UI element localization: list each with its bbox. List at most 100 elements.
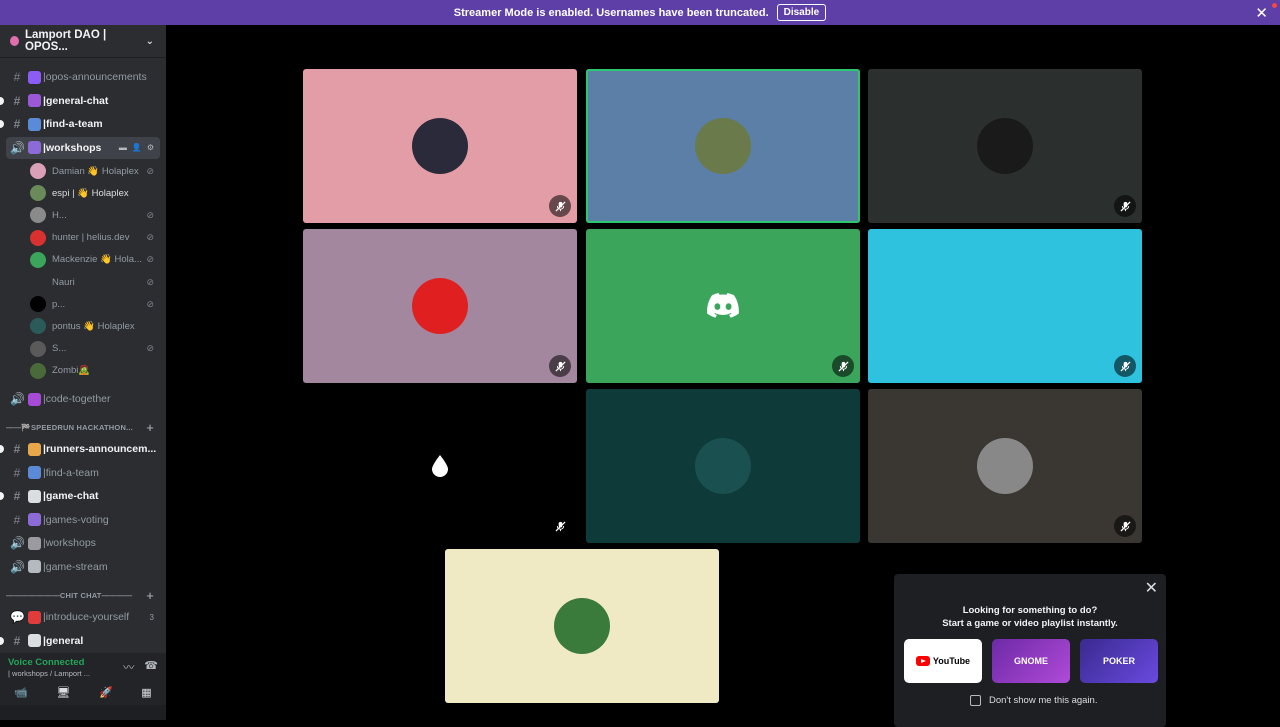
disconnect-icon[interactable]: ☎ [144, 659, 158, 675]
avatar [30, 318, 46, 335]
soundboard-icon[interactable]: ▦ [141, 686, 151, 699]
unread-indicator [0, 492, 4, 500]
poker-night-card[interactable]: POKER [1080, 639, 1158, 683]
gear-icon[interactable]: ⚙ [147, 143, 154, 152]
chat-icon[interactable]: ▬ [119, 143, 127, 152]
hashtag-icon: # [13, 70, 21, 84]
video-tile[interactable] [586, 229, 860, 383]
channel-item[interactable]: # |game-chat [0, 485, 166, 507]
category-header[interactable]: ———————CHIT CHAT———— + [0, 586, 166, 604]
video-tile[interactable] [868, 69, 1142, 223]
channel-item[interactable]: # |general [0, 630, 166, 652]
channel-emoji-icon [28, 392, 41, 406]
muted-mic-icon: ⊘ [146, 165, 154, 176]
avatar [30, 296, 46, 313]
hashtag-icon: # [13, 117, 21, 131]
channel-item[interactable]: # |runners-announcem... [0, 438, 166, 460]
speaker-icon: 🔊 [10, 559, 25, 574]
muted-mic-icon [549, 515, 571, 537]
gnome-game-card[interactable]: GNOME [992, 639, 1070, 683]
avatar [30, 362, 46, 379]
channel-item[interactable]: 🔊 |game-stream [0, 556, 166, 578]
activity-rocket-icon[interactable]: 🚀 [99, 686, 113, 699]
banner-message: Streamer Mode is enabled. Usernames have… [453, 6, 769, 19]
sound-waves-icon[interactable]: 〰 [123, 659, 134, 675]
disable-streamer-button[interactable]: Disable [776, 4, 827, 21]
video-tile[interactable] [868, 229, 1142, 383]
close-icon[interactable]: ✕ [1145, 578, 1158, 598]
unread-indicator [0, 445, 4, 453]
channel-emoji-icon [28, 466, 41, 479]
voice-channel-info[interactable]: | workshops / Lamport ... [8, 669, 90, 678]
voice-user[interactable]: Mackenzie 👋 Hola... ⊘ [30, 249, 160, 271]
channel-emoji-icon [28, 610, 41, 624]
speaker-icon: 🔊 [10, 392, 25, 406]
voice-user[interactable]: Zombi🧟 [30, 360, 160, 382]
voice-user[interactable]: p... ⊘ [30, 293, 160, 315]
avatar [30, 185, 46, 202]
channel-label: |general-chat [43, 94, 109, 107]
channel-emoji-icon [28, 141, 41, 154]
video-grid: ✕ Looking for something to do? Start a g… [166, 25, 1280, 727]
channel-item[interactable]: 🔊 |workshops [0, 532, 166, 554]
voice-connected-label[interactable]: Voice Connected [8, 657, 84, 668]
channel-item[interactable]: 🔊 |workshops ▬ 👤 ⚙ [6, 136, 160, 159]
voice-user[interactable]: H... ⊘ [30, 204, 160, 226]
channel-item[interactable]: # |general-chat [0, 90, 166, 112]
hashtag-icon: # [13, 489, 21, 503]
video-tile[interactable] [445, 549, 719, 703]
youtube-icon [915, 656, 930, 666]
voice-user-name: Zombi🧟 [52, 365, 91, 377]
channel-label: |runners-announcem... [43, 443, 157, 455]
unread-count: 3 [149, 612, 154, 622]
server-icon [10, 36, 20, 46]
muted-mic-icon: ⊘ [146, 276, 154, 287]
server-name: Lamport DAO | OPOS... [25, 29, 107, 53]
channel-item[interactable]: # |find-a-team [0, 462, 166, 484]
server-header[interactable]: Lamport DAO | OPOS... ⌄ [0, 25, 166, 58]
user-panel [0, 705, 166, 720]
add-channel-icon[interactable]: + [146, 588, 154, 603]
close-icon[interactable]: ✕ [1255, 4, 1268, 22]
checkbox[interactable] [970, 695, 981, 706]
voice-user[interactable]: Nauri ⊘ [30, 271, 160, 293]
channel-item[interactable]: # |games-voting [0, 509, 166, 531]
invite-icon[interactable]: 👤 [132, 143, 142, 152]
category-header[interactable]: ——🏁SPEEDRUN HACKATHON... + [0, 418, 166, 436]
video-tile[interactable] [586, 389, 860, 543]
voice-user[interactable]: espi | 👋 Holaplex [30, 182, 160, 204]
muted-mic-icon [1114, 515, 1136, 537]
voice-user[interactable]: hunter | helius.dev ⊘ [30, 227, 160, 249]
category-label: ——🏁SPEEDRUN HACKATHON... [6, 422, 133, 432]
channel-label: |game-chat [43, 490, 99, 502]
muted-mic-icon: ⊘ [146, 298, 154, 309]
video-tile[interactable] [868, 389, 1142, 543]
avatar [30, 274, 46, 290]
youtube-activity-card[interactable]: YouTube [904, 639, 982, 683]
muted-mic-icon [549, 195, 571, 217]
voice-user-name: p... [52, 298, 66, 310]
channel-label: |code-together [43, 393, 111, 405]
channel-label: |games-voting [43, 513, 109, 526]
channel-item[interactable]: 🔊 |code-together [0, 388, 166, 410]
channel-item[interactable]: # |opos-announcements [0, 66, 166, 88]
voice-user-name: Damian 👋 Holaplex [52, 165, 139, 177]
screen-share-icon[interactable]: 🖥 [57, 686, 71, 699]
voice-user[interactable]: S... ⊘ [30, 338, 160, 360]
muted-mic-icon: ⊘ [146, 343, 154, 354]
dont-show-again-checkbox[interactable]: Don't show me this again. [970, 695, 1097, 706]
voice-user[interactable]: pontus 👋 Holaplex [30, 315, 160, 337]
channel-item[interactable]: # |find-a-team [0, 113, 166, 135]
video-tile[interactable] [303, 69, 577, 223]
video-tile[interactable] [586, 69, 860, 223]
camera-icon[interactable]: 📹 [14, 686, 28, 699]
voice-user[interactable]: Damian 👋 Holaplex ⊘ [30, 160, 160, 182]
channel-emoji-icon [28, 513, 41, 526]
channel-tools: ▬ 👤 ⚙ [119, 143, 154, 152]
channel-item[interactable]: 💬 |introduce-yourself 3 [0, 606, 166, 628]
video-tile[interactable] [303, 229, 577, 383]
add-channel-icon[interactable]: + [146, 420, 154, 435]
voice-user-name: hunter | helius.dev [52, 232, 130, 244]
channel-sidebar: Lamport DAO | OPOS... ⌄ # |opos-announcem… [0, 25, 166, 720]
video-tile[interactable] [303, 389, 577, 543]
